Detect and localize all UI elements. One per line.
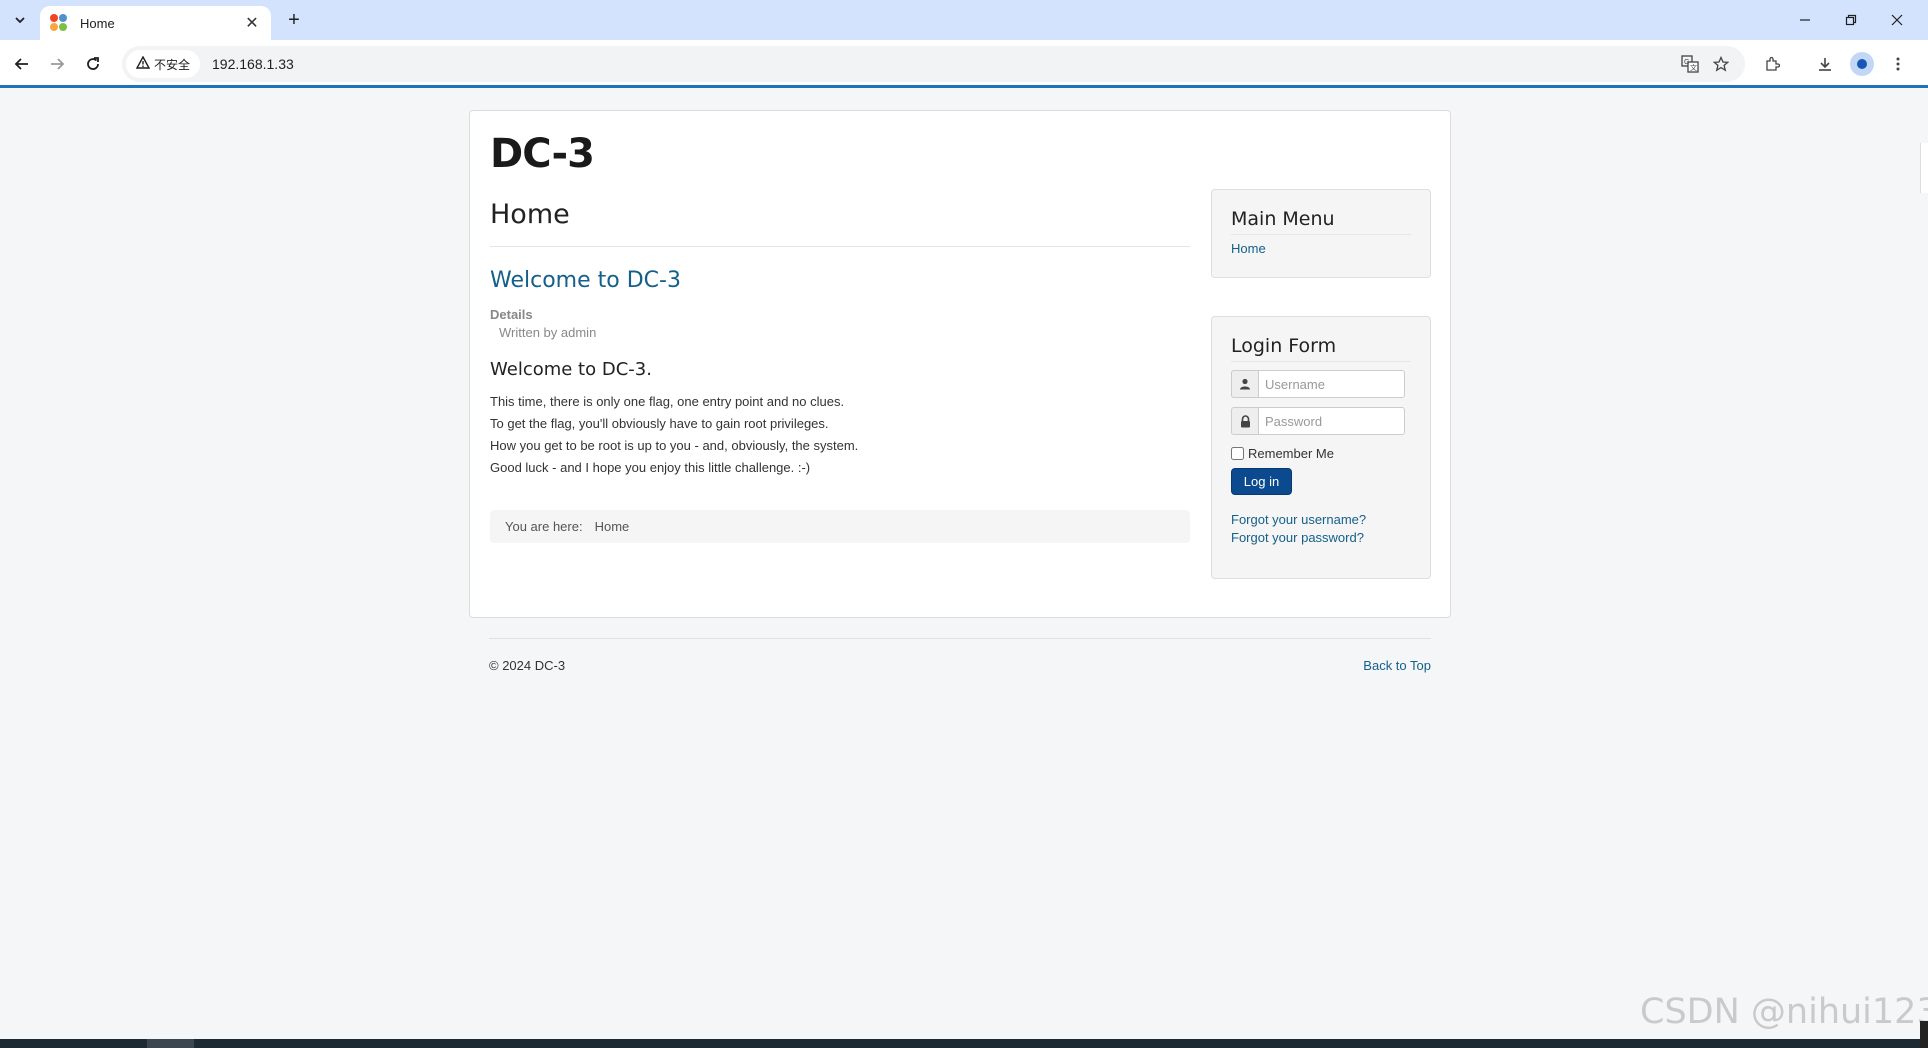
main-menu-divider [1231, 234, 1411, 235]
remember-me-label: Remember Me [1248, 446, 1334, 461]
browser-tab-bar: Home ✕ + [0, 0, 1928, 40]
page-heading: Home [490, 199, 570, 230]
svg-text:文: 文 [1690, 63, 1697, 72]
taskbar-corner [1920, 1021, 1928, 1048]
password-input[interactable] [1258, 407, 1405, 435]
article-paragraph: This time, there is only one flag, one e… [490, 394, 845, 409]
main-menu-module: Main Menu Home [1211, 189, 1431, 278]
breadcrumb-prefix: You are here: [505, 519, 583, 534]
download-icon[interactable] [1811, 50, 1839, 78]
article-title-link[interactable]: Welcome to DC-3 [490, 268, 681, 293]
minimize-icon[interactable] [1782, 6, 1828, 34]
security-label: 不安全 [154, 57, 191, 72]
back-to-top-link[interactable]: Back to Top [1363, 658, 1431, 673]
page-body: DC-3 Home Welcome to DC-3 Details Writte… [469, 110, 1451, 618]
article-details-label: Details [490, 307, 533, 322]
login-form-title: Login Form [1231, 335, 1337, 357]
login-button[interactable]: Log in [1231, 468, 1292, 495]
warning-triangle-icon [135, 55, 151, 72]
profile-avatar-icon[interactable] [1848, 50, 1876, 78]
extensions-icon[interactable] [1758, 50, 1786, 78]
tab-title: Home [80, 15, 115, 31]
remember-me[interactable]: Remember Me [1231, 446, 1334, 461]
site-brand[interactable]: DC-3 [490, 131, 595, 177]
login-form-module: Login Form Remember Me Log in Forgot you… [1211, 316, 1431, 579]
lock-icon [1231, 407, 1258, 435]
url-text[interactable]: 192.168.1.33 [212, 56, 294, 72]
breadcrumb-item-home: Home [594, 519, 630, 534]
footer-copyright: © 2024 DC-3 [489, 658, 566, 673]
forward-arrow-icon[interactable] [43, 50, 71, 78]
tab-close-icon[interactable]: ✕ [243, 13, 261, 33]
browser-toolbar: 不安全 192.168.1.33 G文 [0, 40, 1928, 88]
footer-divider [489, 638, 1431, 639]
article-paragraph: How you get to be root is up to you - an… [490, 438, 859, 453]
article-subheading: Welcome to DC-3. [490, 359, 652, 380]
address-bar[interactable]: 不安全 192.168.1.33 [122, 46, 1745, 82]
window-close-icon[interactable] [1874, 6, 1920, 34]
article-author: Written by admin [499, 325, 597, 340]
svg-text:G: G [1684, 59, 1689, 66]
article-paragraph: To get the flag, you'll obviously have t… [490, 416, 829, 431]
security-indicator[interactable]: 不安全 [126, 50, 201, 78]
restore-icon[interactable] [1828, 6, 1874, 34]
new-tab-plus-icon[interactable]: + [282, 8, 306, 32]
login-form-divider [1231, 361, 1411, 362]
translate-icon[interactable]: G文 [1676, 50, 1704, 78]
bookmark-star-icon[interactable] [1707, 50, 1735, 78]
menu-item-home[interactable]: Home [1231, 241, 1266, 256]
remember-me-checkbox[interactable] [1231, 447, 1244, 460]
browser-tab[interactable]: Home ✕ [40, 6, 271, 40]
main-menu-title: Main Menu [1231, 208, 1335, 230]
heading-divider [490, 246, 1190, 247]
username-group [1231, 370, 1405, 398]
article-paragraph: Good luck - and I hope you enjoy this li… [490, 460, 811, 475]
user-icon [1231, 370, 1258, 398]
username-input[interactable] [1258, 370, 1405, 398]
more-menu-icon[interactable] [1884, 50, 1912, 78]
watermark: CSDN @nihui123 [1640, 992, 1928, 1032]
page-scrollbar[interactable] [1920, 143, 1928, 193]
reload-icon[interactable] [79, 50, 107, 78]
forgot-password-link[interactable]: Forgot your password? [1231, 530, 1364, 545]
tab-search-chevron-icon[interactable] [8, 8, 32, 32]
forgot-username-link[interactable]: Forgot your username? [1231, 512, 1366, 527]
taskbar-app-item[interactable] [147, 1039, 194, 1048]
back-arrow-icon[interactable] [8, 50, 36, 78]
password-group [1231, 407, 1405, 435]
breadcrumb: You are here: Home [490, 510, 1190, 543]
os-taskbar [0, 1021, 1928, 1048]
joomla-favicon-icon [50, 14, 68, 32]
